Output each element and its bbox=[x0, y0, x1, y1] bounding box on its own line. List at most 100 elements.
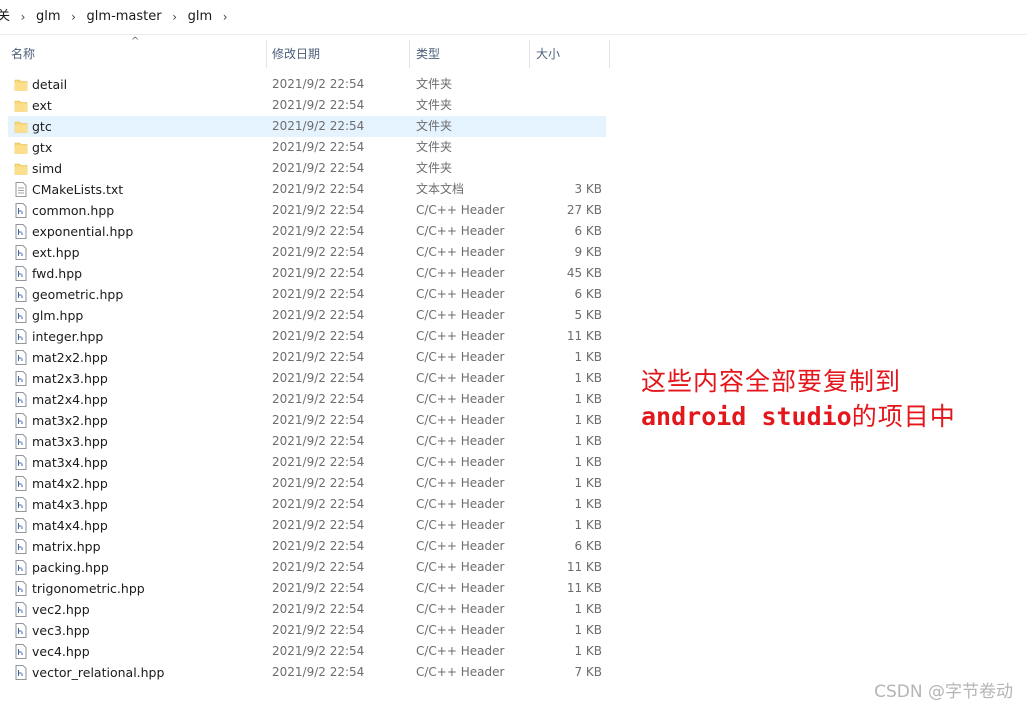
file-type: C/C++ Header bbox=[416, 455, 505, 469]
chevron-right-icon[interactable]: › bbox=[166, 0, 184, 34]
file-name: mat2x4.hpp bbox=[32, 392, 108, 407]
file-type: C/C++ Header bbox=[416, 644, 505, 658]
file-name: matrix.hpp bbox=[32, 539, 101, 554]
file-row[interactable]: mat4x3.hpp 2021/9/2 22:54 C/C++ Header 1 KB bbox=[8, 494, 606, 515]
file-row[interactable]: integer.hpp 2021/9/2 22:54 C/C++ Header 11 … bbox=[8, 326, 606, 347]
file-date: 2021/9/2 22:54 bbox=[272, 518, 365, 532]
file-row[interactable]: common.hpp 2021/9/2 22:54 C/C++ Header 27 K… bbox=[8, 200, 606, 221]
header-file-icon bbox=[14, 476, 28, 491]
file-row[interactable]: glm.hpp 2021/9/2 22:54 C/C++ Header 5 KB bbox=[8, 305, 606, 326]
file-name: gtx bbox=[32, 140, 53, 155]
file-row[interactable]: matrix.hpp 2021/9/2 22:54 C/C++ Header 6 KB bbox=[8, 536, 606, 557]
file-name: mat4x3.hpp bbox=[32, 497, 108, 512]
file-size: 3 KB bbox=[574, 182, 602, 196]
breadcrumb-item-glm-master[interactable]: glm-master bbox=[83, 0, 166, 34]
file-row[interactable]: trigonometric.hpp 2021/9/2 22:54 C/C++ Hea… bbox=[8, 578, 606, 599]
file-type: C/C++ Header bbox=[416, 350, 505, 364]
file-row[interactable]: packing.hpp 2021/9/2 22:54 C/C++ Header 11 … bbox=[8, 557, 606, 578]
file-size: 11 KB bbox=[566, 560, 602, 574]
file-row[interactable]: ext.hpp 2021/9/2 22:54 C/C++ Header 9 KB bbox=[8, 242, 606, 263]
folder-icon bbox=[14, 119, 28, 134]
breadcrumb-item-parent[interactable]: 关 bbox=[0, 0, 14, 34]
file-type: 文件夹 bbox=[416, 119, 453, 133]
file-row[interactable]: vec2.hpp 2021/9/2 22:54 C/C++ Header 1 KB bbox=[8, 599, 606, 620]
file-type: C/C++ Header bbox=[416, 623, 505, 637]
chevron-right-icon[interactable]: › bbox=[65, 0, 83, 34]
file-type: C/C++ Header bbox=[416, 602, 505, 616]
file-row[interactable]: mat2x4.hpp 2021/9/2 22:54 C/C++ Header 1 KB bbox=[8, 389, 606, 410]
file-date: 2021/9/2 22:54 bbox=[272, 455, 365, 469]
file-row[interactable]: vec4.hpp 2021/9/2 22:54 C/C++ Header 1 KB bbox=[8, 641, 606, 662]
file-row[interactable]: vec3.hpp 2021/9/2 22:54 C/C++ Header 1 KB bbox=[8, 620, 606, 641]
file-row[interactable]: mat4x4.hpp 2021/9/2 22:54 C/C++ Header 1 KB bbox=[8, 515, 606, 536]
folder-icon bbox=[14, 77, 28, 92]
file-date: 2021/9/2 22:54 bbox=[272, 308, 365, 322]
file-name: mat2x2.hpp bbox=[32, 350, 108, 365]
column-header-name[interactable]: 名称 bbox=[11, 38, 35, 70]
file-date: 2021/9/2 22:54 bbox=[272, 350, 365, 364]
file-size: 6 KB bbox=[574, 287, 602, 301]
file-date: 2021/9/2 22:54 bbox=[272, 224, 365, 238]
header-file-icon bbox=[14, 413, 28, 428]
file-size: 1 KB bbox=[574, 455, 602, 469]
file-row[interactable]: mat2x3.hpp 2021/9/2 22:54 C/C++ Header 1 KB bbox=[8, 368, 606, 389]
file-row[interactable]: detail 2021/9/2 22:54 文件夹 bbox=[8, 74, 606, 95]
column-divider[interactable] bbox=[266, 40, 267, 68]
file-row[interactable]: gtx 2021/9/2 22:54 文件夹 bbox=[8, 137, 606, 158]
file-date: 2021/9/2 22:54 bbox=[272, 140, 365, 154]
file-row[interactable]: ext 2021/9/2 22:54 文件夹 bbox=[8, 95, 606, 116]
file-size: 1 KB bbox=[574, 476, 602, 490]
header-file-icon bbox=[14, 644, 28, 659]
column-header-size[interactable]: 大小 bbox=[536, 38, 560, 70]
column-header-type[interactable]: 类型 bbox=[416, 38, 440, 70]
file-type: 文件夹 bbox=[416, 140, 453, 154]
chevron-right-icon[interactable]: › bbox=[216, 0, 234, 34]
file-date: 2021/9/2 22:54 bbox=[272, 203, 365, 217]
file-row[interactable]: exponential.hpp 2021/9/2 22:54 C/C++ Heade… bbox=[8, 221, 606, 242]
file-name: mat3x2.hpp bbox=[32, 413, 108, 428]
file-row[interactable]: fwd.hpp 2021/9/2 22:54 C/C++ Header 45 KB bbox=[8, 263, 606, 284]
watermark: CSDN @字节卷动 bbox=[874, 682, 1013, 702]
file-name: detail bbox=[32, 77, 68, 92]
header-file-icon bbox=[14, 371, 28, 386]
file-row[interactable]: mat3x3.hpp 2021/9/2 22:54 C/C++ Header 1 KB bbox=[8, 431, 606, 452]
file-row[interactable]: mat2x2.hpp 2021/9/2 22:54 C/C++ Header 1 KB bbox=[8, 347, 606, 368]
file-name: trigonometric.hpp bbox=[32, 581, 145, 596]
file-row[interactable]: geometric.hpp 2021/9/2 22:54 C/C++ Header 6… bbox=[8, 284, 606, 305]
file-type: C/C++ Header bbox=[416, 665, 505, 679]
file-type: C/C++ Header bbox=[416, 518, 505, 532]
file-size: 5 KB bbox=[574, 308, 602, 322]
sort-ascending-icon: ^ bbox=[131, 36, 140, 47]
file-name: vector_relational.hpp bbox=[32, 665, 165, 680]
file-size: 1 KB bbox=[574, 392, 602, 406]
column-divider[interactable] bbox=[609, 40, 610, 68]
file-type: 文本文档 bbox=[416, 182, 465, 196]
folder-icon bbox=[14, 140, 28, 155]
breadcrumb: 关 › glm › glm-master › glm › bbox=[0, 0, 1027, 35]
text-file-icon bbox=[14, 182, 28, 197]
file-name: mat3x4.hpp bbox=[32, 455, 108, 470]
file-date: 2021/9/2 22:54 bbox=[272, 182, 365, 196]
file-date: 2021/9/2 22:54 bbox=[272, 560, 365, 574]
file-row[interactable]: CMakeLists.txt 2021/9/2 22:54 文本文档 3 KB bbox=[8, 179, 606, 200]
file-row[interactable]: vector_relational.hpp 2021/9/2 22:54 C/C++… bbox=[8, 662, 606, 683]
column-divider[interactable] bbox=[409, 40, 410, 68]
file-size: 1 KB bbox=[574, 644, 602, 658]
column-divider[interactable] bbox=[529, 40, 530, 68]
file-row[interactable]: mat3x4.hpp 2021/9/2 22:54 C/C++ Header 1 KB bbox=[8, 452, 606, 473]
chevron-right-icon[interactable]: › bbox=[14, 0, 32, 34]
file-row[interactable]: gtc 2021/9/2 22:54 文件夹 bbox=[8, 116, 606, 137]
file-date: 2021/9/2 22:54 bbox=[272, 266, 365, 280]
file-date: 2021/9/2 22:54 bbox=[272, 161, 365, 175]
breadcrumb-item-glm-current[interactable]: glm bbox=[184, 0, 217, 34]
file-date: 2021/9/2 22:54 bbox=[272, 413, 365, 427]
file-type: C/C++ Header bbox=[416, 245, 505, 259]
column-header-date[interactable]: 修改日期 bbox=[272, 38, 320, 70]
file-name: integer.hpp bbox=[32, 329, 104, 344]
file-row[interactable]: mat3x2.hpp 2021/9/2 22:54 C/C++ Header 1 KB bbox=[8, 410, 606, 431]
file-size: 11 KB bbox=[566, 581, 602, 595]
file-row[interactable]: mat4x2.hpp 2021/9/2 22:54 C/C++ Header 1 KB bbox=[8, 473, 606, 494]
file-size: 1 KB bbox=[574, 371, 602, 385]
file-row[interactable]: simd 2021/9/2 22:54 文件夹 bbox=[8, 158, 606, 179]
breadcrumb-item-glm[interactable]: glm bbox=[32, 0, 65, 34]
